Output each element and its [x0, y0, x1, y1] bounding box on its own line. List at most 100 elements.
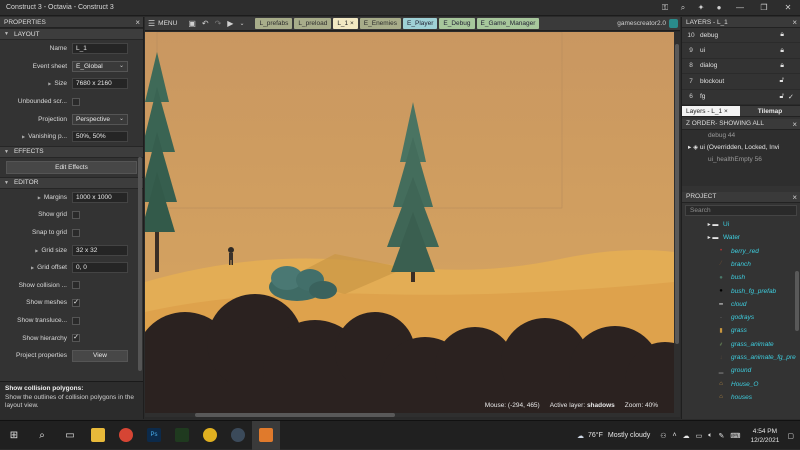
list-item[interactable]: ━ cloud: [682, 298, 800, 311]
vertical-scrollbar[interactable]: [674, 32, 680, 417]
list-item[interactable]: • berry_red: [682, 245, 800, 258]
network-icon[interactable]: ▭: [696, 432, 703, 440]
list-item[interactable]: ● bush_fg_prefab: [682, 284, 800, 297]
project-scrollbar[interactable]: [795, 271, 799, 331]
layer-row[interactable]: 6 fg 🔓︎ ✓: [682, 90, 800, 105]
vanishing-input[interactable]: 50%, 50%: [72, 131, 128, 143]
tab-e-game-manager[interactable]: E_Game_Manager: [476, 18, 540, 29]
tab-l-prefabs[interactable]: L_prefabs: [255, 18, 293, 29]
chrome-alt-icon[interactable]: [196, 421, 224, 450]
notifications-icon[interactable]: ▢: [787, 432, 794, 440]
chrome-icon[interactable]: [112, 421, 140, 450]
close-icon[interactable]: ×: [792, 119, 797, 130]
layer-row[interactable]: 9 ui 🔒︎: [682, 43, 800, 59]
close-icon[interactable]: ×: [792, 192, 797, 203]
tab-e-enemies[interactable]: E_Enemies: [359, 18, 402, 29]
undo-icon[interactable]: ↶: [202, 19, 209, 28]
grid-offset-input[interactable]: 0, 0: [72, 262, 128, 274]
visibility-check-icon[interactable]: ✓: [788, 93, 794, 101]
speaker-icon[interactable]: 🔈︎: [708, 432, 712, 440]
task-view-icon[interactable]: ▭: [56, 421, 84, 450]
people-icon[interactable]: ⚇: [660, 432, 666, 440]
puzzle-icon[interactable]: ✦: [692, 0, 710, 16]
file-explorer-icon[interactable]: [84, 421, 112, 450]
search-icon[interactable]: ⌕: [674, 0, 692, 16]
menu-icon[interactable]: ☰: [148, 19, 155, 28]
list-item[interactable]: ⁄ branch: [682, 258, 800, 271]
project-search-input[interactable]: Search: [685, 204, 797, 216]
event-sheet-select[interactable]: E_Global ⌄: [72, 60, 128, 72]
properties-scrollbar[interactable]: [138, 157, 142, 371]
minimize-button[interactable]: —: [728, 0, 752, 16]
horizontal-scrollbar[interactable]: [145, 413, 674, 417]
unlock-icon[interactable]: 🔓︎: [779, 93, 784, 101]
cloud-sync-icon[interactable]: ☁: [683, 432, 690, 440]
zorder-row[interactable]: debug 44: [682, 130, 800, 142]
weather-text[interactable]: Mostly cloudy: [608, 432, 650, 439]
lock-icon[interactable]: 🔒︎: [780, 62, 784, 70]
show-grid-checkbox[interactable]: [72, 210, 80, 219]
construct-app-icon[interactable]: [252, 420, 280, 450]
menu-button[interactable]: MENU: [158, 20, 177, 27]
weather-temp[interactable]: 76°F: [588, 432, 603, 439]
list-item[interactable]: ⌂ houses: [682, 391, 800, 404]
list-item[interactable]: ▸ ▬ Ui: [682, 218, 800, 231]
app-icon-green[interactable]: [168, 421, 196, 450]
close-tab-icon[interactable]: ×: [350, 20, 354, 27]
view-button[interactable]: View: [72, 349, 128, 362]
save-icon[interactable]: ▣: [188, 19, 196, 28]
name-input[interactable]: L_1: [72, 43, 128, 55]
expand-icon[interactable]: ▸: [688, 144, 691, 151]
show-collision-checkbox[interactable]: [72, 281, 80, 290]
tab-e-debug[interactable]: E_Debug: [439, 18, 475, 29]
vertical-scroll-thumb[interactable]: [675, 44, 679, 344]
tab-e-player[interactable]: E_Player: [403, 18, 438, 29]
list-item[interactable]: ⸙ grass_animate: [682, 338, 800, 351]
list-item[interactable]: · godrays: [682, 311, 800, 324]
clock[interactable]: 4:54 PM 12/2/2021: [742, 427, 787, 445]
expand-icon[interactable]: ▶: [48, 81, 51, 86]
layer-row[interactable]: 7 blockout 🔓︎: [682, 74, 800, 90]
windows-start-icon[interactable]: ⊞: [0, 421, 28, 450]
expand-icon[interactable]: ▶: [22, 134, 25, 139]
zorder-row[interactable]: ▸ ◈ ui (Overridden, Locked, Invi: [682, 142, 800, 154]
margins-input[interactable]: 1000 x 1000: [72, 191, 128, 203]
chevron-up-icon[interactable]: ˄: [673, 432, 677, 439]
layer-row[interactable]: 8 dialog 🔒︎: [682, 59, 800, 75]
unbounded-checkbox[interactable]: [72, 97, 80, 106]
tab-tilemap[interactable]: Tilemap: [740, 106, 800, 116]
layout-canvas[interactable]: Mouse: (-294, 465) Active layer: shadows…: [145, 32, 674, 417]
section-effects[interactable]: ▼ EFFECTS: [0, 145, 143, 158]
projection-select[interactable]: Perspective ⌄: [72, 113, 128, 125]
play-icon[interactable]: ▶: [227, 19, 233, 28]
grid-size-input[interactable]: 32 x 32: [72, 244, 128, 256]
expand-icon[interactable]: ▶: [38, 195, 41, 200]
close-tab-icon[interactable]: ×: [724, 108, 728, 115]
close-icon[interactable]: ×: [135, 17, 140, 28]
key-icon[interactable]: ⚿: [656, 0, 674, 16]
pen-icon[interactable]: ✎: [718, 432, 724, 440]
search-icon[interactable]: ⌕: [28, 421, 56, 450]
tab-l-preload[interactable]: L_preload: [294, 18, 332, 29]
unlock-icon[interactable]: 🔓︎: [779, 77, 784, 85]
close-window-button[interactable]: ✕: [776, 0, 800, 16]
app-icon-dark[interactable]: [224, 421, 252, 450]
close-icon[interactable]: ×: [792, 17, 797, 28]
keyboard-icon[interactable]: ⌨: [730, 432, 740, 440]
tab-layers[interactable]: Layers - L_1 ×: [682, 105, 740, 116]
account-name[interactable]: gamescreator2.0: [617, 17, 666, 31]
snap-grid-checkbox[interactable]: [72, 228, 80, 237]
photoshop-icon[interactable]: Ps: [140, 421, 168, 450]
show-translucent-checkbox[interactable]: [72, 316, 80, 325]
tab-l-1[interactable]: L_1 ×: [333, 18, 358, 29]
list-item[interactable]: ▁ ground: [682, 364, 800, 377]
list-item[interactable]: ⌂ House_O: [682, 378, 800, 391]
maximize-button[interactable]: ❐: [752, 0, 776, 16]
lock-icon[interactable]: 🔒︎: [780, 47, 784, 55]
list-item[interactable]: ● bush: [682, 271, 800, 284]
section-editor[interactable]: ▼ EDITOR: [0, 176, 143, 189]
zorder-row[interactable]: ui_healthEmpty 56: [682, 154, 800, 166]
redo-icon[interactable]: ↷: [215, 19, 222, 28]
user-icon[interactable]: ●: [710, 0, 728, 16]
list-item[interactable]: ▮ grass: [682, 324, 800, 337]
